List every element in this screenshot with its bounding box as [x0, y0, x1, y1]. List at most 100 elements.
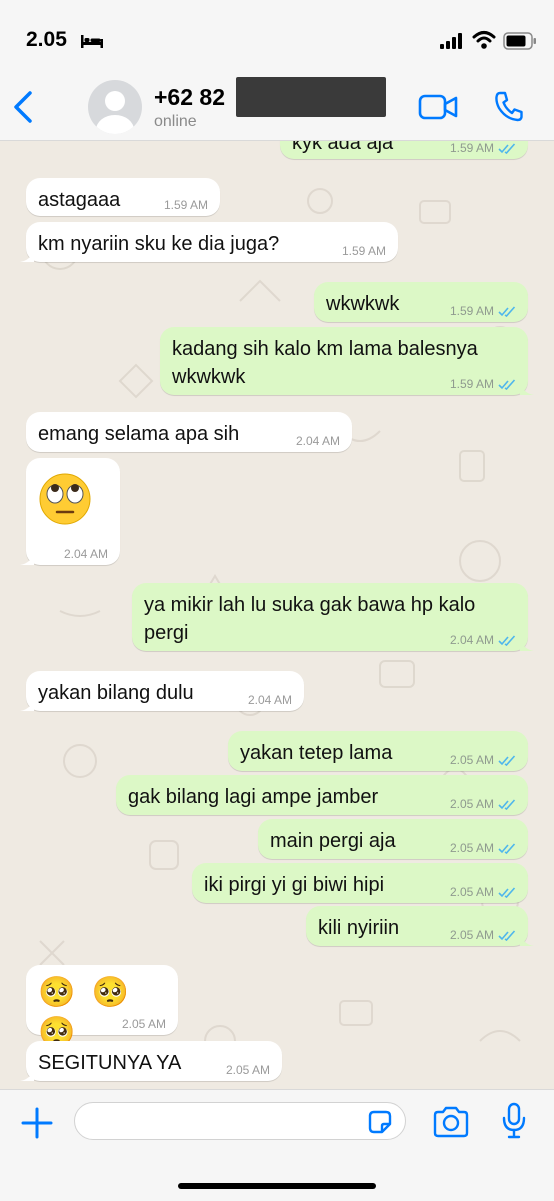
avatar[interactable]: [88, 80, 142, 134]
message-input[interactable]: [74, 1102, 406, 1140]
message-meta: 2.05 AM: [226, 1063, 270, 1077]
contact-status: online: [154, 113, 197, 130]
message-time: 2.05 AM: [121, 1017, 166, 1031]
eye-roll-emoji-icon: [39, 473, 91, 525]
message-bubble-incoming-emoji[interactable]: 2.04 AM: [20, 458, 120, 565]
message-time: 1.59 AM: [449, 377, 494, 391]
message-bubble-outgoing[interactable]: kyk ada aja 1.59 AM: [280, 141, 528, 159]
message-time: 2.05 AM: [449, 797, 494, 811]
back-chevron-icon[interactable]: [10, 90, 36, 124]
message-text: kyk ada aja: [292, 141, 394, 154]
cellular-signal-icon: [440, 33, 462, 49]
message-text: yakan bilang dulu: [38, 682, 194, 704]
message-text: km nyariin sku ke dia juga?: [38, 233, 280, 255]
message-time: 2.05 AM: [449, 753, 494, 767]
message-time: 1.59 AM: [163, 198, 208, 212]
message-bubble-outgoing[interactable]: gak bilang lagi ampe jamber 2.05 AM: [116, 775, 528, 815]
message-text: main pergi aja: [270, 830, 396, 852]
message-bubble-outgoing[interactable]: yakan tetep lama 2.05 AM: [228, 731, 528, 771]
bubble-tail: [520, 381, 534, 395]
bubble-tail: [520, 637, 534, 651]
message-time: 2.05 AM: [449, 841, 494, 855]
chat-header: +62 82 online: [0, 76, 554, 141]
video-call-icon[interactable]: [418, 94, 458, 120]
message-bubble-outgoing[interactable]: kili nyiriin 2.05 AM: [306, 906, 534, 946]
voice-call-icon[interactable]: [494, 90, 524, 122]
read-ticks-icon: [498, 378, 516, 390]
message-text: gak bilang lagi ampe jamber: [128, 786, 379, 808]
input-bar: [0, 1089, 554, 1201]
message-time: 2.04 AM: [295, 434, 340, 448]
read-ticks-icon: [498, 634, 516, 646]
message-meta: 2.04 AM: [248, 693, 292, 707]
message-meta: 2.05 AM: [450, 841, 516, 855]
message-text-line: wkwkwk: [172, 366, 246, 388]
read-ticks-icon: [498, 142, 516, 154]
bubble-tail: [20, 248, 34, 262]
message-bubble-incoming[interactable]: km nyariin sku ke dia juga? 1.59 AM: [20, 222, 398, 262]
message-text: wkwkwk: [326, 293, 400, 315]
message-time: 2.04 AM: [449, 633, 494, 647]
message-text: astagaaa: [38, 189, 121, 211]
message-meta: 1.59 AM: [164, 198, 208, 212]
plus-icon[interactable]: [20, 1106, 54, 1140]
status-time: 2.05: [26, 28, 67, 51]
read-ticks-icon: [498, 842, 516, 854]
status-bar: 2.05: [0, 0, 554, 76]
message-bubble-outgoing[interactable]: ya mikir lah lu suka gak bawa hp kalo pe…: [132, 583, 534, 651]
message-text: iki pirgi yi gi biwi hipi: [204, 874, 385, 896]
bed-icon: [81, 35, 103, 48]
message-time: 1.59 AM: [449, 304, 494, 318]
microphone-icon[interactable]: [500, 1102, 528, 1140]
message-bubble-incoming[interactable]: yakan bilang dulu 2.04 AM: [20, 671, 304, 711]
camera-icon[interactable]: [432, 1106, 470, 1138]
message-meta: 1.59 AM: [450, 304, 516, 318]
bubble-tail: [20, 697, 34, 711]
message-meta: 1.59 AM: [450, 141, 516, 155]
message-text: SEGITUNYA YA: [38, 1052, 182, 1074]
read-ticks-icon: [498, 886, 516, 898]
message-text-line: kadang sih kalo km lama balesnya: [172, 338, 478, 360]
bubble-tail: [20, 1067, 34, 1081]
message-time: 2.05 AM: [225, 1063, 270, 1077]
message-text-line: pergi: [144, 622, 189, 644]
sticker-icon[interactable]: [366, 1108, 394, 1136]
message-bubble-outgoing[interactable]: iki pirgi yi gi biwi hipi 2.05 AM: [192, 863, 528, 903]
message-bubble-incoming[interactable]: emang selama apa sih 2.04 AM: [26, 412, 352, 452]
message-meta: 2.05 AM: [450, 885, 516, 899]
avatar-placeholder-icon: [96, 91, 134, 134]
bubble-tail: [20, 551, 34, 565]
chat-area[interactable]: kyk ada aja 1.59 AM astagaaa 1.59 AM km …: [0, 141, 554, 1089]
redaction-box: [236, 77, 386, 117]
message-bubble-incoming[interactable]: astagaaa 1.59 AM: [26, 178, 220, 216]
message-meta: 2.05 AM: [450, 797, 516, 811]
message-text: emang selama apa sih: [38, 423, 240, 445]
message-bubble-outgoing[interactable]: wkwkwk 1.59 AM: [314, 282, 528, 322]
message-bubble-incoming[interactable]: SEGITUNYA YA 2.05 AM: [20, 1041, 282, 1081]
read-ticks-icon: [498, 929, 516, 941]
home-indicator[interactable]: [178, 1183, 376, 1189]
message-text: yakan tetep lama: [240, 742, 393, 764]
message-text: kili nyiriin: [318, 917, 400, 939]
battery-icon: [503, 32, 536, 50]
message-time: 1.59 AM: [449, 141, 494, 155]
message-bubble-incoming-emoji[interactable]: 🥺 🥺 🥺 2.05 AM: [26, 965, 178, 1049]
bubble-tail: [520, 932, 534, 946]
read-ticks-icon: [498, 754, 516, 766]
message-meta: 1.59 AM: [450, 377, 516, 391]
message-bubble-outgoing[interactable]: kadang sih kalo km lama balesnya wkwkwk …: [160, 327, 534, 395]
message-text-line: ya mikir lah lu suka gak bawa hp kalo: [144, 594, 476, 616]
message-meta: 1.59 AM: [342, 244, 386, 258]
message-meta: 2.04 AM: [64, 547, 108, 561]
contact-number[interactable]: +62 82: [154, 84, 225, 111]
message-bubble-outgoing[interactable]: main pergi aja 2.05 AM: [258, 819, 528, 859]
message-time: 1.59 AM: [341, 244, 386, 258]
message-meta: 2.05 AM: [122, 1017, 166, 1031]
read-ticks-icon: [498, 305, 516, 317]
message-meta: 2.04 AM: [296, 434, 340, 448]
message-time: 2.05 AM: [449, 885, 494, 899]
message-meta: 2.05 AM: [450, 753, 516, 767]
wifi-icon: [472, 31, 496, 49]
message-meta: 2.04 AM: [450, 633, 516, 647]
message-time: 2.05 AM: [449, 928, 494, 942]
